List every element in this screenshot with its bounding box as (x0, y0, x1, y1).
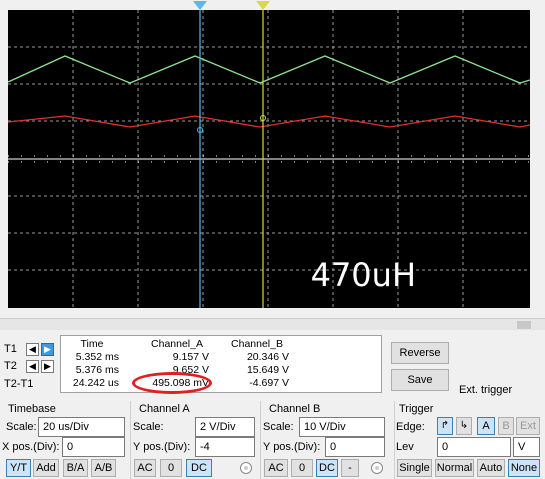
trigger-level-label: Lev (396, 441, 414, 453)
timebase-title: Timebase (8, 403, 56, 415)
t1-label: T1 (4, 343, 17, 355)
channel-b-trace (8, 55, 530, 84)
timebase-scale-field[interactable]: 20 us/Div (38, 417, 125, 437)
time-column: Time 5.352 ms 5.376 ms 24.242 us (65, 338, 119, 390)
t1-channel-b: 20.346 V (246, 351, 289, 363)
cursor-handles (193, 1, 270, 10)
falling-edge-icon[interactable]: ↳ (456, 417, 472, 435)
channel-a-scale-label: Scale: (133, 421, 164, 433)
trigger-level-unit[interactable]: V (513, 437, 540, 457)
channel-b-scale-field[interactable]: 10 V/Div (299, 417, 385, 437)
reverse-button[interactable]: Reverse (391, 342, 449, 364)
trigger-source-a-button[interactable]: A (477, 417, 495, 435)
trigger-source-b-button[interactable]: B (498, 417, 514, 435)
waveform-display (8, 10, 530, 308)
trigger-level-field[interactable]: 0 (437, 437, 511, 457)
channel-b-invert-button[interactable]: - (341, 459, 359, 477)
trigger-edge-label: Edge: (396, 421, 425, 433)
t2-left-arrow-button[interactable]: ◀ (26, 360, 39, 373)
timebase-xpos-field[interactable]: 0 (62, 437, 125, 457)
t2-t1-label: T2-T1 (4, 378, 34, 390)
divider (130, 401, 131, 479)
t2-right-arrow-button[interactable]: ▶ (41, 360, 54, 373)
channel-b-ac-button[interactable]: AC (264, 459, 288, 477)
highlight-ellipse (132, 372, 212, 394)
t1-right-arrow-button[interactable]: ▶ (41, 343, 54, 356)
oscilloscope-screen[interactable]: 470uH (8, 10, 530, 308)
yt-mode-button[interactable]: Y/T (6, 459, 31, 477)
channel-b-title: Channel B (269, 403, 321, 415)
measurement-readout: Time 5.352 ms 5.376 ms 24.242 us Channel… (60, 335, 382, 393)
channel-a-title: Channel A (139, 403, 190, 415)
divider (394, 401, 395, 479)
channel-a-zero-button[interactable]: 0 (160, 459, 182, 477)
channel-a-scale-field[interactable]: 2 V/Div (195, 417, 255, 437)
rising-edge-icon[interactable]: ↱ (437, 417, 453, 435)
scrollbar-thumb[interactable] (517, 321, 531, 329)
channel-a-dc-button[interactable]: DC (186, 459, 212, 477)
channel-a-ypos-label: Y pos.(Div): (133, 441, 191, 453)
channel-b-scale-label: Scale: (263, 421, 294, 433)
channel-b-header: Channel_B (231, 338, 283, 350)
ext-trigger-label[interactable]: Ext. trigger (459, 384, 512, 396)
channel-a-header: Channel_A (151, 338, 203, 350)
cursor-2-handle[interactable] (256, 1, 270, 10)
timebase-xpos-label: X pos.(Div): (2, 441, 60, 453)
t2-channel-b: 15.649 V (246, 364, 289, 376)
t1-left-arrow-button[interactable]: ◀ (26, 343, 39, 356)
ab-mode-button[interactable]: A/B (91, 459, 116, 477)
ba-mode-button[interactable]: B/A (63, 459, 88, 477)
t2-time: 5.376 ms (75, 364, 119, 376)
channel-b-column: Channel_B 20.346 V 15.649 V -4.697 V (225, 338, 289, 390)
trigger-none-button[interactable]: None (508, 459, 540, 477)
add-mode-button[interactable]: Add (33, 459, 59, 477)
t1-time: 5.352 ms (75, 351, 119, 363)
divider (260, 401, 261, 479)
trigger-normal-button[interactable]: Normal (435, 459, 474, 477)
cursor-1-handle[interactable] (193, 1, 207, 10)
channel-b-radio[interactable] (371, 462, 383, 474)
channel-a-ypos-field[interactable]: -4 (195, 437, 255, 457)
t1-channel-a: 9.157 V (172, 351, 209, 363)
trigger-source-ext-button[interactable]: Ext (516, 417, 540, 435)
time-header: Time (80, 338, 104, 350)
channel-b-ypos-label: Y pos.(Div): (263, 441, 321, 453)
channel-a-ac-button[interactable]: AC (134, 459, 156, 477)
scope-frame: 470uH (0, 0, 545, 317)
horizontal-scrollbar[interactable] (0, 318, 545, 330)
inductance-label: 470uH (310, 256, 416, 294)
delta-channel-b: -4.697 V (249, 377, 289, 389)
t2-label: T2 (4, 360, 17, 372)
channel-b-ypos-field[interactable]: 0 (325, 437, 385, 457)
trigger-auto-button[interactable]: Auto (477, 459, 505, 477)
timebase-scale-label: Scale: (6, 421, 37, 433)
trigger-single-button[interactable]: Single (397, 459, 432, 477)
channel-a-radio[interactable] (240, 462, 252, 474)
channel-b-zero-button[interactable]: 0 (291, 459, 313, 477)
trigger-title: Trigger (399, 403, 434, 415)
save-button[interactable]: Save (391, 369, 449, 391)
channel-b-dc-button[interactable]: DC (316, 459, 338, 477)
delta-time: 24.242 us (72, 377, 119, 389)
